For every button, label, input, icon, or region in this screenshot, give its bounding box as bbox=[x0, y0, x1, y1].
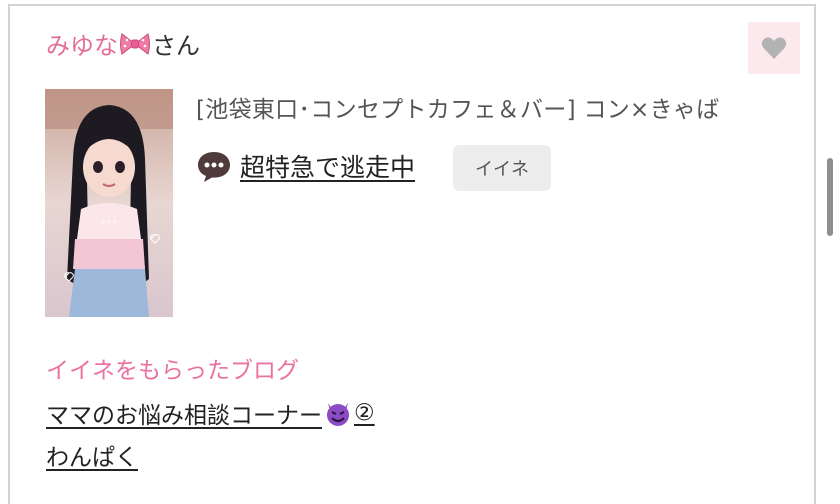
status-link[interactable]: 超特急で逃走中 bbox=[240, 148, 415, 184]
user-name[interactable]: みゆな さん bbox=[46, 26, 200, 61]
user-name-suffix: さん bbox=[152, 32, 200, 60]
blog-link-title: ママのお悩み相談コーナー bbox=[46, 403, 322, 429]
heart-icon bbox=[761, 37, 787, 59]
profile-photo[interactable]: * * * bbox=[45, 89, 173, 317]
blog-link-title: わんぱく bbox=[46, 445, 138, 471]
user-name-text: みゆな bbox=[46, 32, 118, 60]
like-button[interactable]: イイネ bbox=[453, 145, 551, 191]
profile-photo-image: * * * bbox=[45, 89, 173, 317]
shop-name: [池袋東口･コンセプトカフェ＆バー] コン×きゃば bbox=[196, 97, 720, 123]
liked-blogs-heading: イイネをもらったブログ bbox=[46, 358, 299, 384]
blog-link[interactable]: わんぱく bbox=[46, 438, 138, 472]
scrollbar-thumb[interactable] bbox=[827, 158, 833, 236]
svg-text:* * *: * * * bbox=[102, 219, 117, 227]
blog-link[interactable]: ママのお悩み相談コーナー ② bbox=[46, 396, 375, 430]
blog-link-suffix: ② bbox=[354, 400, 375, 426]
status-row: 超特急で逃走中 bbox=[196, 148, 415, 184]
smiling-devil-emoji bbox=[327, 403, 349, 426]
favorite-button[interactable] bbox=[748, 22, 800, 74]
speech-bubble-icon bbox=[198, 152, 230, 182]
pink-ribbon-emoji bbox=[120, 32, 150, 55]
